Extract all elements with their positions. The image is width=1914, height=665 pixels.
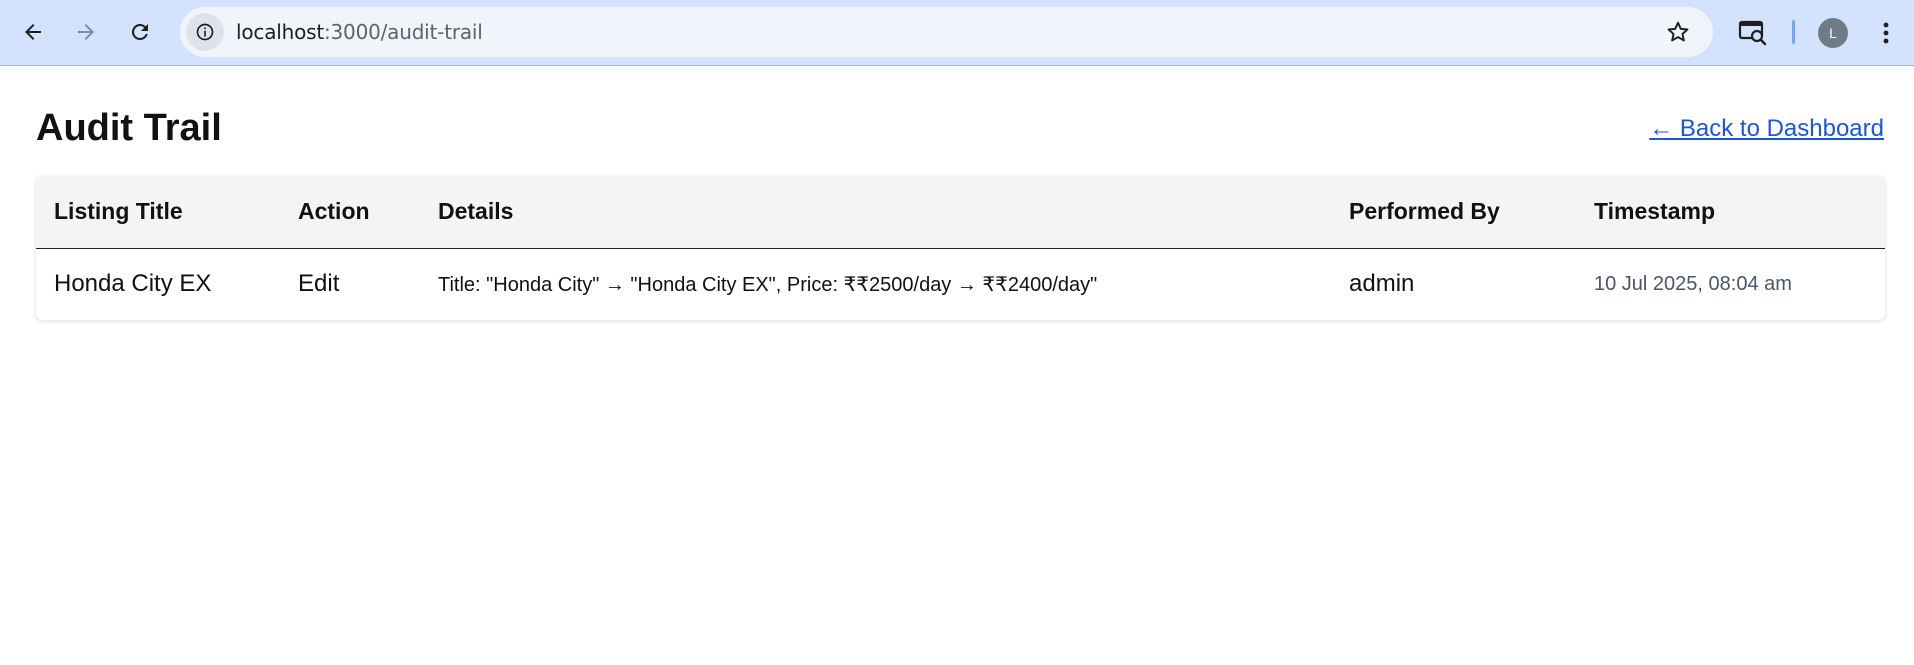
cell-details: Title: "Honda City" → "Honda City EX", P…: [438, 273, 1098, 296]
audit-table: Listing Title Action Details Performed B…: [36, 176, 1885, 320]
column-header-performed-by: Performed By: [1331, 176, 1576, 249]
table-row: Honda City EX Edit Title: "Honda City" →…: [36, 248, 1885, 320]
column-header-action: Action: [280, 176, 420, 249]
back-button[interactable]: [13, 12, 53, 52]
table-header-row: Listing Title Action Details Performed B…: [36, 176, 1885, 249]
reload-icon: [132, 24, 148, 40]
arrow-right-icon: [78, 24, 94, 40]
address-bar[interactable]: localhost:3000/audit-trail: [180, 7, 1713, 57]
column-header-listing-title: Listing Title: [36, 176, 280, 249]
url-path: :3000/audit-trail: [323, 20, 483, 44]
kebab-menu-icon[interactable]: [1876, 18, 1896, 48]
back-to-dashboard-link[interactable]: ← Back to Dashboard: [1649, 113, 1884, 145]
url-text[interactable]: localhost:3000/audit-trail: [236, 7, 483, 57]
cell-listing-title: Honda City EX: [54, 270, 212, 298]
forward-button[interactable]: [66, 12, 106, 52]
audit-table-card: Listing Title Action Details Performed B…: [36, 176, 1885, 320]
profile-avatar[interactable]: L: [1818, 18, 1848, 48]
star-icon[interactable]: [1665, 19, 1691, 45]
page-title: Audit Trail: [36, 107, 222, 149]
cell-performed-by: admin: [1349, 270, 1415, 298]
browser-toolbar: localhost:3000/audit-trail L: [0, 0, 1914, 66]
column-header-details: Details: [420, 176, 1331, 249]
column-header-timestamp: Timestamp: [1576, 176, 1885, 249]
toolbar-divider: [1792, 20, 1795, 44]
search-screen-icon[interactable]: [1738, 19, 1768, 47]
arrow-left-icon: [25, 24, 41, 40]
url-host: localhost: [236, 20, 324, 44]
cell-timestamp: 10 Jul 2025, 08:04 am: [1594, 272, 1792, 295]
cell-action: Edit: [298, 270, 340, 298]
info-icon[interactable]: [186, 13, 224, 51]
reload-button[interactable]: [120, 12, 160, 52]
